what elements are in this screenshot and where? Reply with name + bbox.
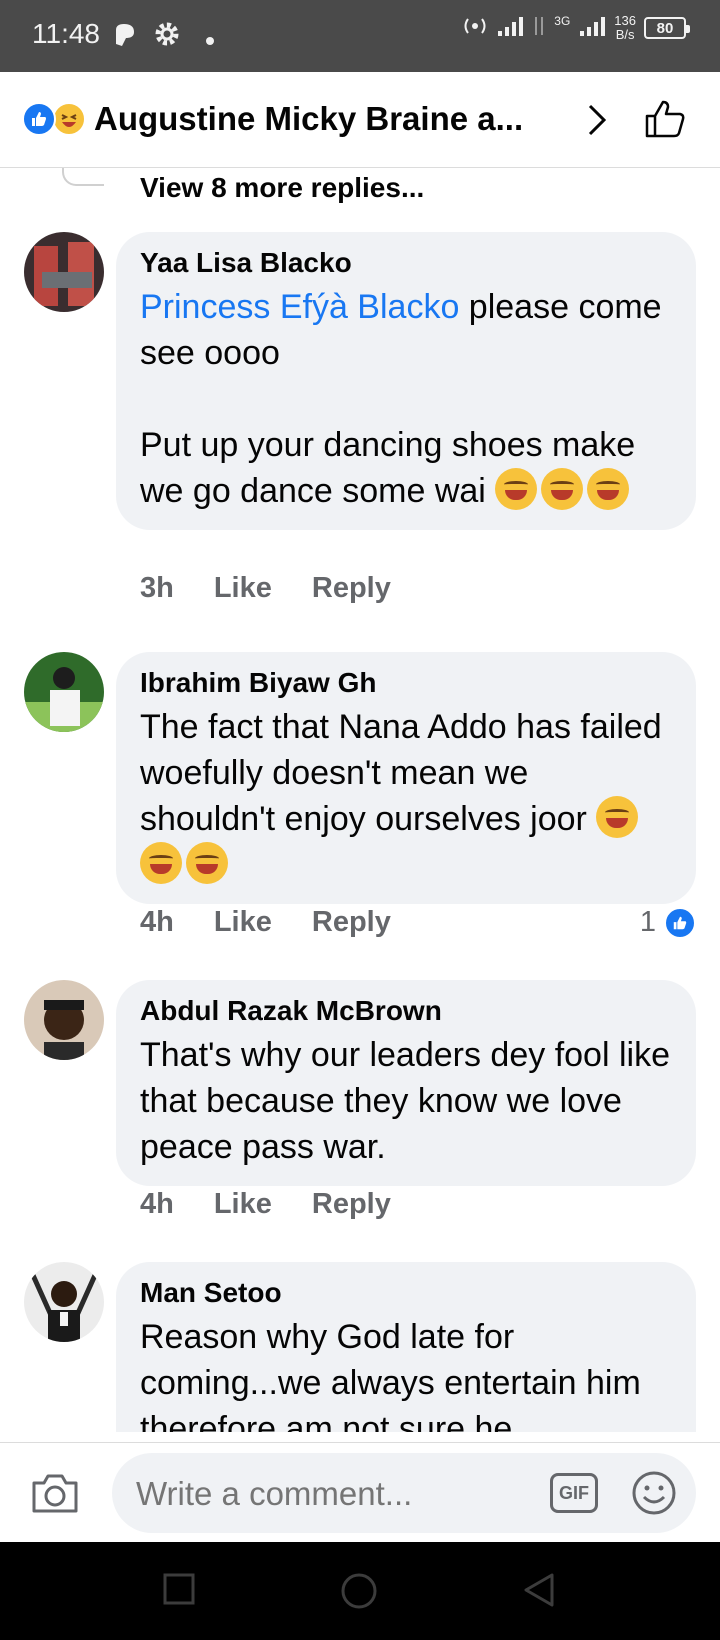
- comment-input[interactable]: [136, 1475, 516, 1513]
- like-reaction-icon: [22, 102, 56, 136]
- home-button[interactable]: [340, 1572, 378, 1615]
- signal-icon-2: [578, 15, 606, 42]
- comments-list: View 8 more replies... Yaa Lisa Blacko P…: [0, 168, 720, 1432]
- back-button[interactable]: [522, 1572, 556, 1613]
- emoji-button[interactable]: [630, 1469, 678, 1522]
- network-speed: 136 B/s: [614, 13, 636, 42]
- reactions-header[interactable]: Augustine Micky Braine a...: [0, 72, 720, 168]
- comment-author[interactable]: Yaa Lisa Blacko: [140, 246, 672, 280]
- comments-sheet: Augustine Micky Braine a... View 8 more …: [0, 72, 720, 1542]
- view-more-replies-link[interactable]: View 8 more replies...: [140, 172, 424, 204]
- comment-author[interactable]: Abdul Razak McBrown: [140, 994, 672, 1028]
- signal-icon: [496, 15, 524, 42]
- battery-icon: 80: [644, 17, 690, 39]
- comment-text: Reason why God late for coming...we alwa…: [140, 1318, 641, 1432]
- reply-button[interactable]: Reply: [312, 572, 391, 605]
- comment-author[interactable]: Man Setoo: [140, 1276, 672, 1310]
- data-transfer-icon: [532, 15, 546, 42]
- comment-time: 3h: [140, 572, 174, 604]
- like-post-button[interactable]: [644, 98, 686, 145]
- comment-text: Princess Efýà Blacko please come see ooo…: [140, 288, 662, 510]
- comment-bubble[interactable]: Man Setoo Reason why God late for coming…: [116, 1262, 696, 1432]
- avatar[interactable]: [24, 1262, 104, 1342]
- comment-actions: 4h Like Reply: [140, 906, 431, 939]
- settings-icon: [154, 20, 180, 53]
- reaction-count[interactable]: 1: [640, 906, 696, 939]
- mention-link[interactable]: Princess Efýà Blacko: [140, 288, 459, 326]
- system-nav-bar: [0, 1542, 720, 1640]
- like-button[interactable]: Like: [214, 906, 272, 939]
- network-type: 3G: [554, 14, 571, 28]
- avatar[interactable]: [24, 980, 104, 1060]
- comment-composer: GIF: [0, 1442, 720, 1542]
- like-reaction-icon: [664, 906, 696, 939]
- comment-actions: 3h Like Reply: [140, 572, 431, 605]
- avatar[interactable]: [24, 652, 104, 732]
- status-bar: 11:48 3G 136 B/s 80: [0, 0, 720, 72]
- laughing-emoji-icon: [587, 468, 630, 510]
- clock: 11:48: [32, 18, 100, 49]
- laughing-emoji-icon: [186, 842, 228, 884]
- laughing-emoji-icon: [140, 842, 182, 884]
- comment-text: The fact that Nana Addo has failed woefu…: [140, 704, 672, 888]
- laughing-emoji-icon: [541, 468, 584, 510]
- reply-button[interactable]: Reply: [312, 906, 391, 939]
- hotspot-icon: [462, 15, 488, 42]
- haha-reaction-icon: [52, 102, 86, 136]
- reactors-title[interactable]: Augustine Micky Braine a...: [94, 100, 554, 138]
- comment-text: That's why our leaders dey fool like tha…: [140, 1036, 670, 1166]
- camera-button[interactable]: [30, 1471, 80, 1520]
- gif-button[interactable]: GIF: [550, 1473, 598, 1513]
- reply-button[interactable]: Reply: [312, 1188, 391, 1221]
- thread-connector: [62, 168, 104, 186]
- comment-input-container[interactable]: GIF: [112, 1453, 696, 1533]
- notification-icon: [112, 20, 138, 53]
- comment-bubble[interactable]: Yaa Lisa Blacko Princess Efýà Blacko ple…: [116, 232, 696, 530]
- like-button[interactable]: Like: [214, 1188, 272, 1221]
- comment-time: 4h: [140, 1188, 174, 1220]
- laughing-emoji-icon: [495, 468, 538, 510]
- avatar[interactable]: [24, 232, 104, 312]
- comment-time: 4h: [140, 906, 174, 938]
- recent-apps-button[interactable]: [162, 1572, 196, 1611]
- comment-author[interactable]: Ibrahim Biyaw Gh: [140, 666, 672, 700]
- like-button[interactable]: Like: [214, 572, 272, 605]
- chevron-right-icon[interactable]: [586, 102, 608, 143]
- dot-icon: [206, 32, 214, 50]
- comment-bubble[interactable]: Abdul Razak McBrown That's why our leade…: [116, 980, 696, 1186]
- laughing-emoji-icon: [596, 796, 639, 838]
- status-indicators: 3G 136 B/s 80: [462, 13, 690, 42]
- comment-bubble[interactable]: Ibrahim Biyaw Gh The fact that Nana Addo…: [116, 652, 696, 904]
- comment-actions: 4h Like Reply: [140, 1188, 431, 1221]
